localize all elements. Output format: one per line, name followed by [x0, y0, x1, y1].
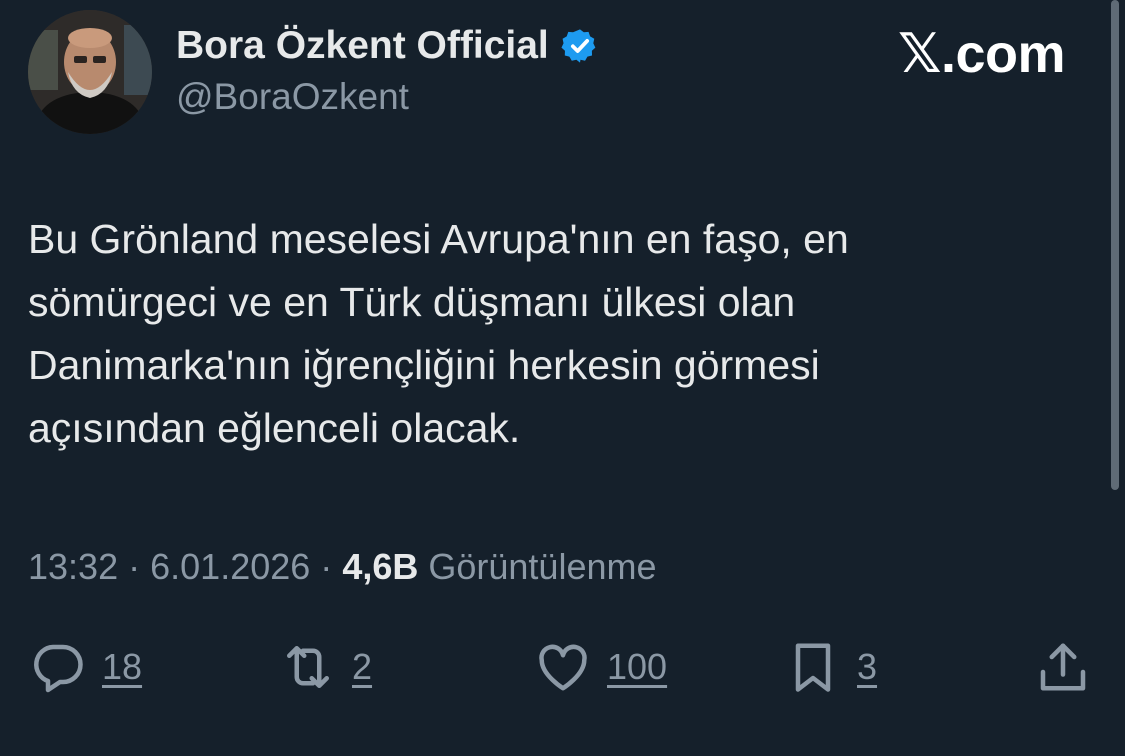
reply-count: 18	[102, 646, 143, 687]
speech-bubble-icon	[34, 644, 83, 693]
tweet-actions: 18 2 100 3	[28, 634, 1098, 704]
tweet-line: Bu Grönland meselesi Avrupa'nın en faşo,…	[28, 216, 849, 262]
repost-arrows-icon	[287, 646, 329, 688]
views-count: 4,6B	[342, 546, 419, 587]
avatar-image	[28, 10, 152, 134]
views-label: Görüntülenme	[428, 546, 657, 587]
tweet-text: Bu Grönland meselesi Avrupa'nın en faşo,…	[28, 208, 1078, 460]
tweet-meta: 13:32 · 6.01.2026 · 4,6B Görüntülenme	[28, 546, 657, 588]
tweet-line: Danimarka'nın iğrençliğini herkesin görm…	[28, 342, 820, 388]
x-com-logo: 𝕏.com	[897, 24, 1066, 84]
tweet-line: açısından eğlenceli olacak.	[28, 405, 521, 451]
author-handle[interactable]: @BoraOzkent	[176, 76, 409, 118]
bookmark-button[interactable]: 3	[783, 634, 877, 700]
bookmark-icon	[795, 643, 831, 692]
meta-separator: ·	[320, 546, 333, 587]
tweet-line: sömürgeci ve en Türk düşmanı ülkesi olan	[28, 279, 796, 325]
avatar[interactable]	[28, 10, 152, 134]
like-count: 100	[607, 646, 668, 687]
author-display-name[interactable]: Bora Özkent Official	[176, 24, 599, 68]
repost-count: 2	[352, 646, 373, 687]
bookmark-count: 3	[857, 646, 878, 687]
author-name-text: Bora Özkent Official	[176, 24, 549, 67]
reply-button[interactable]: 18	[28, 634, 142, 700]
heart-icon	[539, 644, 587, 691]
share-button[interactable]	[1033, 634, 1093, 700]
scrollbar[interactable]	[1111, 0, 1119, 490]
verified-badge-icon	[561, 27, 599, 65]
share-upload-icon	[1040, 643, 1086, 691]
meta-separator: ·	[128, 546, 141, 587]
repost-button[interactable]: 2	[278, 634, 372, 700]
like-button[interactable]: 100	[533, 634, 667, 700]
tweet-date[interactable]: 6.01.2026	[150, 546, 310, 587]
tweet-time[interactable]: 13:32	[28, 546, 118, 587]
